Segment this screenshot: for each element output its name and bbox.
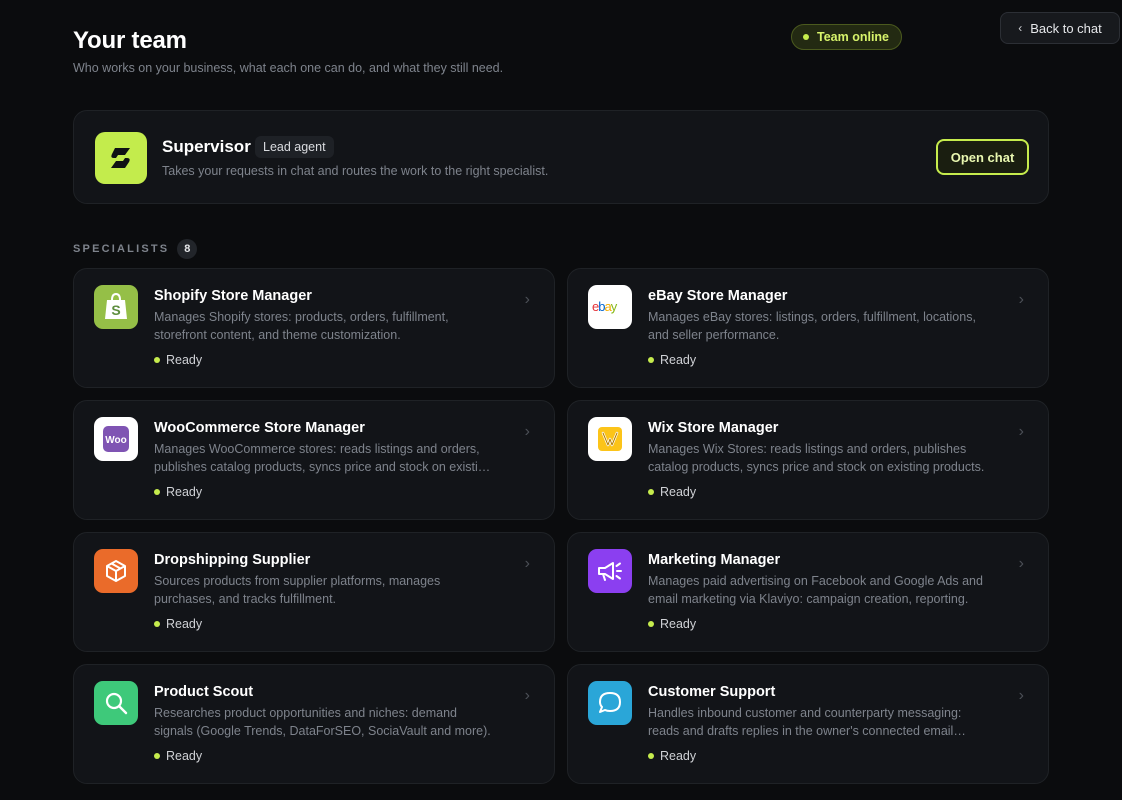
chat-bubble-icon — [588, 681, 632, 725]
search-icon — [94, 681, 138, 725]
status-label: Ready — [660, 749, 697, 763]
status-label: Ready — [166, 485, 203, 499]
specialist-card-customer-support[interactable]: Customer Support Handles inbound custome… — [567, 664, 1049, 784]
specialist-name: WooCommerce Store Manager — [154, 420, 365, 436]
supervisor-description: Takes your requests in chat and routes t… — [162, 164, 549, 178]
chevron-right-icon: › — [1018, 687, 1024, 704]
specialist-status: Ready — [154, 749, 202, 763]
ready-dot-icon — [154, 357, 160, 363]
status-label: Ready — [166, 749, 203, 763]
ready-dot-icon — [154, 489, 160, 495]
package-icon — [94, 549, 138, 593]
specialist-card-dropshipping[interactable]: Dropshipping Supplier Sources products f… — [73, 532, 555, 652]
specialist-description: Researches product opportunities and nic… — [154, 706, 491, 738]
ready-dot-icon — [648, 489, 654, 495]
svg-text:ebay: ebay — [592, 299, 618, 314]
specialist-status: Ready — [154, 617, 202, 631]
specialist-name: Shopify Store Manager — [154, 288, 312, 304]
supervisor-logo-icon — [95, 132, 147, 184]
ebay-icon: ebay — [588, 285, 632, 329]
specialist-description: Manages eBay stores: listings, orders, f… — [648, 310, 976, 342]
specialist-card-shopify[interactable]: S Shopify Store Manager Manages Shopify … — [73, 268, 555, 388]
specialist-card-wix[interactable]: Wix Store Manager Manages Wix Stores: re… — [567, 400, 1049, 520]
svg-text:S: S — [111, 302, 120, 318]
page-title: Your team — [73, 27, 187, 54]
specialist-status: Ready — [154, 485, 202, 499]
woocommerce-icon: Woo — [94, 417, 138, 461]
specialist-name: Dropshipping Supplier — [154, 552, 311, 568]
status-label: Ready — [660, 353, 697, 367]
svg-text:Woo: Woo — [105, 435, 126, 446]
specialist-description: Manages WooCommerce stores: reads listin… — [154, 442, 492, 474]
specialist-description: Manages Shopify stores: products, orders… — [154, 310, 449, 342]
specialist-status: Ready — [648, 485, 696, 499]
specialists-label: SPECIALISTS — [73, 243, 170, 255]
ready-dot-icon — [154, 621, 160, 627]
open-chat-button[interactable]: Open chat — [936, 139, 1029, 175]
chevron-right-icon: › — [524, 555, 530, 572]
specialist-name: Wix Store Manager — [648, 420, 779, 436]
specialist-card-marketing[interactable]: Marketing Manager Manages paid advertisi… — [567, 532, 1049, 652]
specialist-status: Ready — [154, 353, 202, 367]
status-label: Ready — [166, 353, 203, 367]
chevron-right-icon: › — [1018, 291, 1024, 308]
ready-dot-icon — [154, 753, 160, 759]
specialist-status: Ready — [648, 617, 696, 631]
status-label: Ready — [166, 617, 203, 631]
team-status-badge: Team online — [791, 24, 903, 50]
specialist-name: Customer Support — [648, 684, 776, 700]
team-status-label: Team online — [817, 30, 890, 44]
specialists-section-header: SPECIALISTS 8 — [73, 239, 198, 259]
back-to-chat-button[interactable]: ‹ Back to chat — [1000, 12, 1120, 44]
status-label: Ready — [660, 485, 697, 499]
megaphone-icon — [588, 549, 632, 593]
back-to-chat-label: Back to chat — [1030, 20, 1102, 36]
ready-dot-icon — [648, 357, 654, 363]
supervisor-name: Supervisor — [162, 137, 251, 156]
shopify-icon: S — [94, 285, 138, 329]
chevron-right-icon: › — [1018, 555, 1024, 572]
wix-icon — [588, 417, 632, 461]
supervisor-card: Supervisor Lead agent Takes your request… — [73, 110, 1049, 204]
specialist-card-product-scout[interactable]: Product Scout Researches product opportu… — [73, 664, 555, 784]
specialist-name: eBay Store Manager — [648, 288, 788, 304]
status-label: Ready — [660, 617, 697, 631]
specialist-name: Marketing Manager — [648, 552, 781, 568]
specialist-description: Handles inbound customer and counterpart… — [648, 706, 962, 738]
specialist-description: Manages Wix Stores: reads listings and o… — [648, 442, 985, 474]
chevron-right-icon: › — [1018, 423, 1024, 440]
specialist-card-ebay[interactable]: ebay eBay Store Manager Manages eBay sto… — [567, 268, 1049, 388]
status-dot-icon — [803, 34, 809, 40]
specialist-description: Manages paid advertising on Facebook and… — [648, 574, 983, 606]
specialist-status: Ready — [648, 353, 696, 367]
page-subtitle: Who works on your business, what each on… — [73, 61, 504, 75]
specialist-description: Sources products from supplier platforms… — [154, 574, 441, 606]
ready-dot-icon — [648, 621, 654, 627]
lead-agent-badge: Lead agent — [255, 136, 334, 158]
chevron-right-icon: › — [524, 423, 530, 440]
specialists-count-badge: 8 — [177, 239, 198, 259]
specialist-status: Ready — [648, 749, 696, 763]
specialist-card-woocommerce[interactable]: Woo WooCommerce Store Manager Manages Wo… — [73, 400, 555, 520]
specialist-name: Product Scout — [154, 684, 254, 700]
chevron-left-icon: ‹ — [1018, 21, 1023, 35]
chevron-right-icon: › — [524, 291, 530, 308]
ready-dot-icon — [648, 753, 654, 759]
chevron-right-icon: › — [524, 687, 530, 704]
